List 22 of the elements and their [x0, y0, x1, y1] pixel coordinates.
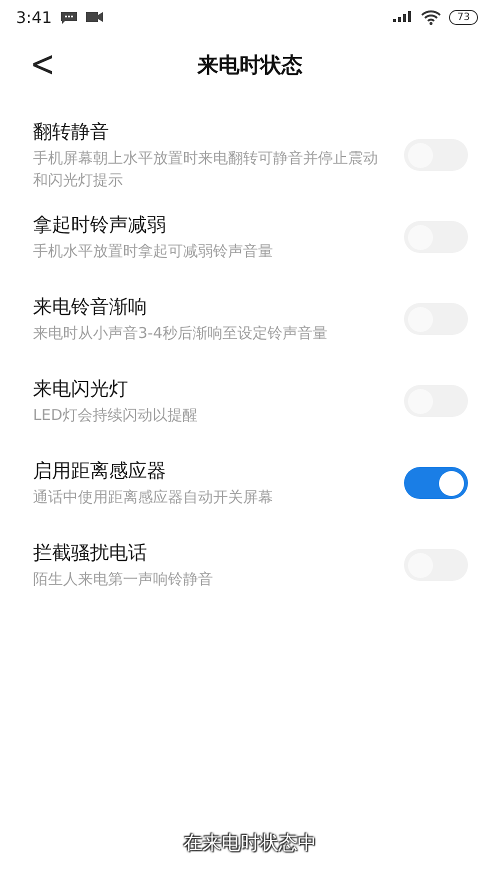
setting-description: 手机屏幕朝上水平放置时来电翻转可静音并停止震动和闪光灯提示: [33, 148, 379, 191]
back-button[interactable]: <: [24, 44, 62, 86]
setting-title: 来电铃音渐响: [33, 295, 148, 320]
setting-description: 通话中使用距离感应器自动开关屏幕: [33, 487, 274, 508]
status-time: 3:41: [16, 8, 52, 26]
setting-title: 拿起时铃声减弱: [33, 213, 167, 238]
toggle-switch[interactable]: [404, 467, 468, 499]
setting-title: 翻转静音: [33, 120, 110, 145]
subtitle-caption: 在来电时状态中: [184, 832, 316, 854]
message-icon: [60, 10, 78, 24]
setting-description: LED灯会持续闪动以提醒: [33, 405, 198, 426]
setting-title: 来电闪光灯: [33, 377, 129, 402]
video-camera-icon: [86, 11, 104, 23]
setting-description: 来电时从小声音3-4秒后渐响至设定铃声音量: [33, 323, 328, 344]
page-title: 来电时状态: [198, 52, 302, 79]
setting-description: 手机水平放置时拿起可减弱铃声音量: [33, 241, 274, 262]
signal-icon: [393, 10, 414, 24]
setting-description: 陌生人来电第一声响铃静音: [33, 569, 214, 590]
setting-title: 启用距离感应器: [33, 459, 167, 484]
setting-title: 拦截骚扰电话: [33, 541, 148, 566]
wifi-icon: [421, 10, 442, 24]
battery-level: 73: [449, 10, 478, 24]
